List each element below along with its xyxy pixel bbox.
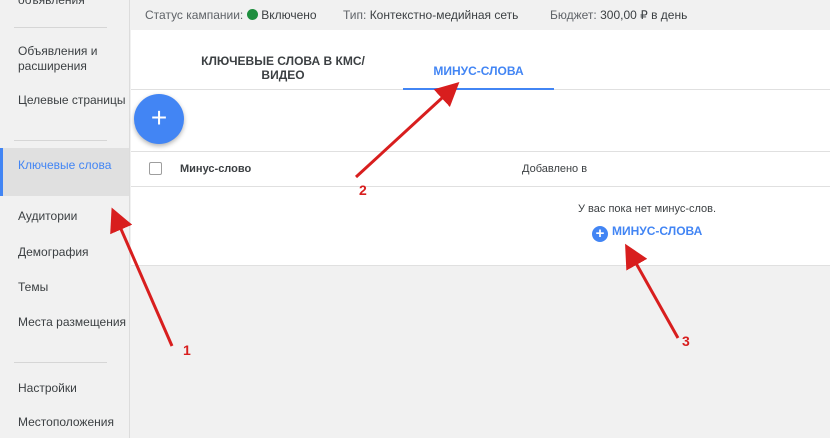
main-panel: КЛЮЧЕВЫЕ СЛОВА В КМС/ ВИДЕО МИНУС-СЛОВА … — [131, 30, 830, 266]
column-header-negative-keyword[interactable]: Минус-слово — [180, 163, 251, 175]
annotation-label-1: 1 — [183, 342, 191, 358]
empty-state-message: У вас пока нет минус-слов. — [578, 203, 717, 215]
sidebar-item-placements[interactable]: Места размещения — [0, 315, 129, 330]
campaign-budget-label: Бюджет: — [550, 8, 597, 22]
sidebar-item-ads[interactable]: объявления — [0, 0, 129, 8]
campaign-budget-value: 300,00 ₽ в день — [600, 8, 688, 22]
annotation-label-2: 2 — [359, 182, 367, 198]
sidebar-item-keywords[interactable]: Ключевые слова — [0, 148, 129, 196]
sidebar-divider — [14, 27, 107, 28]
campaign-status: Статус кампании: Включено — [145, 8, 317, 22]
campaign-status-label: Статус кампании: — [145, 8, 244, 22]
sidebar-item-locations[interactable]: Местоположения — [0, 415, 129, 430]
add-negative-keywords-label: МИНУС-СЛОВА — [612, 224, 703, 238]
sidebar: объявления Объявления и расширения Целев… — [0, 0, 130, 438]
sidebar-item-audiences[interactable]: Аудитории — [0, 209, 129, 224]
app-root: объявления Объявления и расширения Целев… — [0, 0, 830, 438]
table-header: Минус-слово Добавлено в — [131, 151, 830, 187]
add-fab-button[interactable]: + — [134, 94, 184, 144]
campaign-type-label: Тип: — [343, 8, 367, 22]
annotation-label-3: 3 — [682, 333, 690, 349]
tab-negative-keywords[interactable]: МИНУС-СЛОВА — [403, 64, 554, 78]
sidebar-item-topics[interactable]: Темы — [0, 280, 129, 295]
sidebar-item-settings[interactable]: Настройки — [0, 381, 129, 396]
campaign-status-value: Включено — [261, 8, 317, 22]
sidebar-item-landing-pages[interactable]: Целевые страницы — [0, 93, 129, 108]
plus-circle-icon: + — [592, 226, 608, 242]
sidebar-divider — [14, 362, 107, 363]
sidebar-divider — [14, 140, 107, 141]
sidebar-item-ads-extensions[interactable]: Объявления и расширения — [0, 44, 129, 74]
select-all-checkbox[interactable] — [149, 162, 162, 175]
column-header-added-to[interactable]: Добавлено в — [522, 163, 587, 175]
campaign-type-value: Контекстно-медийная сеть — [369, 8, 519, 22]
status-enabled-icon — [247, 9, 259, 20]
campaign-status-bar: Статус кампании: Включено Тип: Контекстно… — [131, 0, 830, 30]
campaign-budget: Бюджет: 300,00 ₽ в день — [550, 8, 687, 22]
tab-bar: КЛЮЧЕВЫЕ СЛОВА В КМС/ ВИДЕО МИНУС-СЛОВА — [131, 30, 830, 90]
add-negative-keywords-button[interactable]: + МИНУС-СЛОВА — [592, 224, 702, 242]
sidebar-item-demographics[interactable]: Демография — [0, 245, 129, 260]
campaign-type: Тип: Контекстно-медийная сеть — [343, 8, 518, 22]
active-tab-indicator — [403, 88, 554, 90]
tab-display-keywords[interactable]: КЛЮЧЕВЫЕ СЛОВА В КМС/ ВИДЕО — [193, 54, 373, 82]
